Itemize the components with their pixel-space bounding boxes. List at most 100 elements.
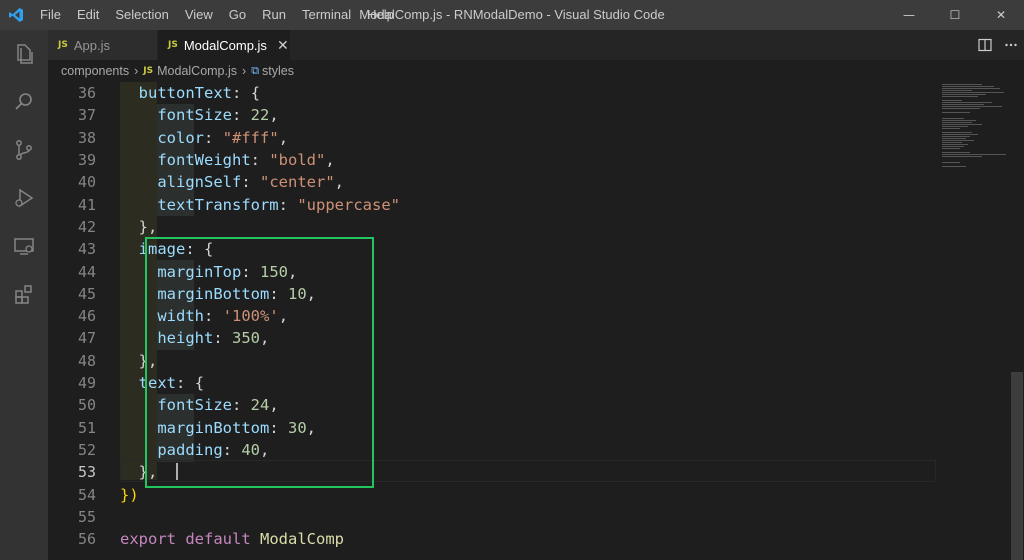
- minimap-line: [942, 104, 984, 105]
- line-number: 50: [77, 396, 96, 415]
- line-number: 45: [77, 284, 96, 303]
- line-number: 55: [77, 507, 96, 526]
- menu-terminal[interactable]: Terminal: [294, 0, 359, 30]
- breadcrumb-symbol[interactable]: styles: [262, 64, 294, 78]
- minimap-line: [942, 156, 982, 157]
- editor-actions: [972, 30, 1024, 60]
- chevron-right-icon: ›: [134, 64, 139, 78]
- menu-edit[interactable]: Edit: [69, 0, 107, 30]
- close-button[interactable]: ✕: [978, 0, 1024, 30]
- line-number: 39: [77, 151, 96, 170]
- line-number: 44: [77, 262, 96, 281]
- minimap-line: [942, 88, 1000, 89]
- minimap-line: [942, 154, 1006, 155]
- minimap-line: [942, 100, 962, 101]
- menu-help[interactable]: Help: [359, 0, 402, 30]
- menu-file[interactable]: File: [32, 0, 69, 30]
- explorer-icon[interactable]: [0, 30, 48, 78]
- minimap-line: [942, 122, 972, 123]
- line-number: 56: [77, 530, 96, 549]
- code-text: },: [138, 217, 158, 236]
- code-line[interactable]: 40 alignSelf: "center",: [48, 171, 1024, 193]
- line-number: 51: [77, 418, 96, 437]
- line-number: 36: [77, 84, 96, 103]
- code-text: color: "#fff",: [157, 128, 289, 147]
- line-number: 43: [77, 240, 96, 259]
- minimap-line: [942, 142, 962, 143]
- tab-bar: JS App.js JS ModalComp.js ✕: [48, 30, 1024, 60]
- minimap-line: [942, 96, 978, 97]
- search-icon[interactable]: [0, 78, 48, 126]
- code-line[interactable]: 38 color: "#fff",: [48, 127, 1024, 149]
- minimap-line: [942, 90, 972, 91]
- code-text: buttonText: {: [138, 84, 261, 103]
- breadcrumb-file[interactable]: ModalComp.js: [157, 64, 237, 78]
- source-control-icon[interactable]: [0, 126, 48, 174]
- code-text: alignSelf: "center",: [157, 173, 345, 192]
- extensions-icon[interactable]: [0, 270, 48, 318]
- more-actions-icon[interactable]: [998, 30, 1024, 60]
- minimap[interactable]: [938, 82, 1010, 182]
- menu-run[interactable]: Run: [254, 0, 294, 30]
- minimize-button[interactable]: —: [886, 0, 932, 30]
- vertical-scrollbar[interactable]: [1010, 82, 1024, 560]
- title-bar: File Edit Selection View Go Run Terminal Help M…: [0, 0, 1024, 30]
- line-number: 42: [77, 217, 96, 236]
- split-editor-icon[interactable]: [972, 30, 998, 60]
- menu-view[interactable]: View: [177, 0, 221, 30]
- code-line[interactable]: 39 fontWeight: "bold",: [48, 149, 1024, 171]
- minimap-line: [942, 144, 968, 145]
- minimap-line: [942, 148, 960, 149]
- line-number: 48: [77, 351, 96, 370]
- line-number: 41: [77, 195, 96, 214]
- line-number: 47: [77, 329, 96, 348]
- minimap-line: [942, 102, 992, 103]
- line-number: 38: [77, 128, 96, 147]
- js-file-icon: JS: [58, 40, 68, 50]
- remote-explorer-icon[interactable]: [0, 222, 48, 270]
- minimap-line: [942, 124, 982, 125]
- line-number: 52: [77, 440, 96, 459]
- minimap-line: [942, 134, 978, 135]
- code-line[interactable]: 37 fontSize: 22,: [48, 104, 1024, 126]
- menu-go[interactable]: Go: [221, 0, 254, 30]
- code-line[interactable]: 56 export default ModalComp: [48, 528, 1024, 550]
- breadcrumb-folder[interactable]: components: [61, 64, 129, 78]
- menu-selection[interactable]: Selection: [107, 0, 176, 30]
- code-text: export default ModalComp: [120, 530, 345, 549]
- run-debug-icon[interactable]: [0, 174, 48, 222]
- line-number: 37: [77, 106, 96, 125]
- annotation-highlight-box: [145, 237, 374, 488]
- minimap-line: [942, 120, 976, 121]
- minimap-line: [942, 108, 980, 109]
- minimap-line: [942, 162, 960, 163]
- minimap-line: [942, 166, 966, 167]
- minimap-line: [942, 138, 966, 139]
- minimap-line: [942, 94, 986, 95]
- vscode-logo-icon: [0, 0, 32, 30]
- js-file-icon: JS: [143, 66, 154, 76]
- maximize-button[interactable]: ☐: [932, 0, 978, 30]
- activity-bar: [0, 30, 48, 560]
- close-tab-icon[interactable]: ✕: [277, 37, 289, 54]
- minimap-line: [942, 118, 964, 119]
- code-line[interactable]: 42 },: [48, 216, 1024, 238]
- code-text: fontWeight: "bold",: [157, 151, 335, 170]
- line-number: 54: [77, 485, 96, 504]
- tab-modalcomp-js[interactable]: JS ModalComp.js ✕: [158, 30, 291, 60]
- breadcrumb: components › JS ModalComp.js › ⧉ styles: [48, 60, 1024, 82]
- scrollbar-thumb[interactable]: [1011, 372, 1023, 560]
- tab-app-js[interactable]: JS App.js: [48, 30, 158, 60]
- line-number: 46: [77, 307, 96, 326]
- code-text: textTransform: "uppercase": [157, 195, 400, 214]
- code-line[interactable]: 36 buttonText: {: [48, 82, 1024, 104]
- minimap-line: [942, 132, 972, 133]
- menu-bar: File Edit Selection View Go Run Terminal Help: [32, 0, 402, 30]
- code-line[interactable]: 55: [48, 506, 1024, 528]
- js-file-icon: JS: [168, 40, 178, 50]
- minimap-line: [942, 146, 964, 147]
- tab-label: ModalComp.js: [183, 37, 267, 53]
- code-line[interactable]: 41 textTransform: "uppercase": [48, 194, 1024, 216]
- minimap-line: [942, 112, 970, 113]
- code-editor[interactable]: 36 buttonText: {37 fontSize: 22, 38 color…: [48, 82, 1024, 560]
